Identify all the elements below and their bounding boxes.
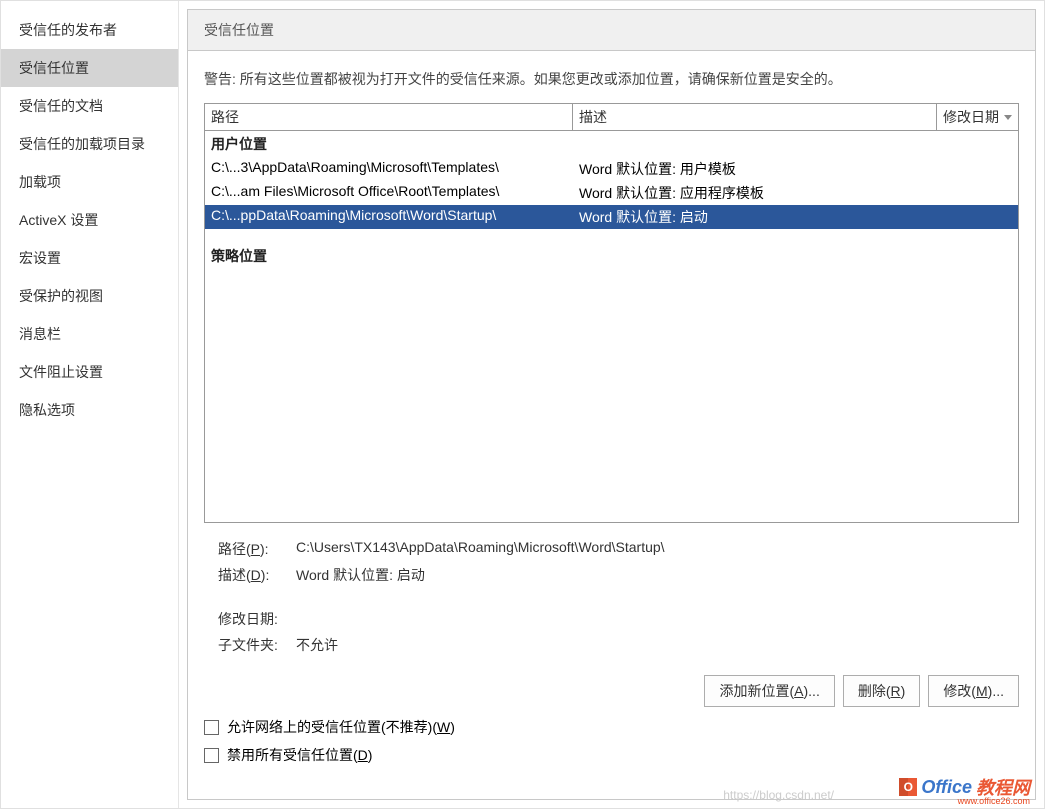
col-date-label: 修改日期 (943, 107, 999, 127)
sidebar-item-privacy-options[interactable]: 隐私选项 (1, 391, 178, 429)
cell-path: C:\...3\AppData\Roaming\Microsoft\Templa… (205, 157, 573, 181)
sidebar-item-trusted-locations[interactable]: 受信任位置 (1, 49, 178, 87)
detail-path-value: C:\Users\TX143\AppData\Roaming\Microsoft… (296, 539, 665, 559)
disable-all-checkbox[interactable] (204, 748, 219, 763)
allow-network-label: 允许网络上的受信任位置(不推荐)(W) (227, 717, 455, 737)
details: 路径(P): C:\Users\TX143\AppData\Roaming\Mi… (204, 539, 1019, 661)
panel-body: 警告: 所有这些位置都被视为打开文件的受信任来源。如果您更改或添加位置，请确保新… (188, 51, 1035, 799)
actions: 添加新位置(A)... 删除(R) 修改(M)... (204, 675, 1019, 707)
table-row[interactable]: C:\...3\AppData\Roaming\Microsoft\Templa… (205, 157, 1018, 181)
allow-network-checkbox[interactable] (204, 720, 219, 735)
add-location-button[interactable]: 添加新位置(A)... (704, 675, 834, 707)
col-date[interactable]: 修改日期 (937, 104, 1018, 130)
col-path[interactable]: 路径 (205, 104, 573, 130)
panel-title: 受信任位置 (188, 10, 1035, 51)
watermark-url: www.office26.com (958, 796, 1030, 806)
table-row[interactable]: C:\...am Files\Microsoft Office\Root\Tem… (205, 181, 1018, 205)
checkboxes: 允许网络上的受信任位置(不推荐)(W) 禁用所有受信任位置(D) (204, 717, 1019, 773)
detail-desc-label: 描述(D): (218, 565, 296, 585)
panel: 受信任位置 警告: 所有这些位置都被视为打开文件的受信任来源。如果您更改或添加位… (187, 9, 1036, 800)
cell-path: C:\...ppData\Roaming\Microsoft\Word\Star… (205, 205, 573, 229)
disable-all-label: 禁用所有受信任位置(D) (227, 745, 372, 765)
sidebar-item-file-block-settings[interactable]: 文件阻止设置 (1, 353, 178, 391)
detail-desc-value: Word 默认位置: 启动 (296, 565, 425, 585)
trust-center-dialog: 受信任的发布者 受信任位置 受信任的文档 受信任的加载项目录 加载项 Activ… (0, 0, 1045, 809)
user-locations-header: 用户位置 (205, 131, 1018, 157)
sort-icon (1004, 115, 1012, 120)
sidebar-item-trusted-documents[interactable]: 受信任的文档 (1, 87, 178, 125)
watermark-blog: https://blog.csdn.net/ (723, 788, 834, 802)
detail-date-label: 修改日期: (218, 609, 296, 629)
table-body: 用户位置 C:\...3\AppData\Roaming\Microsoft\T… (205, 131, 1018, 522)
cell-path: C:\...am Files\Microsoft Office\Root\Tem… (205, 181, 573, 205)
detail-subfolder-value: 不允许 (296, 635, 338, 655)
cell-desc: Word 默认位置: 用户模板 (573, 157, 937, 181)
table-row[interactable]: C:\...ppData\Roaming\Microsoft\Word\Star… (205, 205, 1018, 229)
cell-date (937, 205, 1018, 229)
policy-locations-header: 策略位置 (205, 243, 1018, 269)
col-path-label: 路径 (211, 107, 239, 127)
sidebar-item-protected-view[interactable]: 受保护的视图 (1, 277, 178, 315)
table-header: 路径 描述 修改日期 (205, 104, 1018, 131)
sidebar-item-message-bar[interactable]: 消息栏 (1, 315, 178, 353)
detail-path-label: 路径(P): (218, 539, 296, 559)
sidebar: 受信任的发布者 受信任位置 受信任的文档 受信任的加载项目录 加载项 Activ… (1, 1, 179, 808)
modify-button[interactable]: 修改(M)... (928, 675, 1019, 707)
warning-text: 警告: 所有这些位置都被视为打开文件的受信任来源。如果您更改或添加位置，请确保新… (204, 69, 1019, 89)
remove-button[interactable]: 删除(R) (843, 675, 920, 707)
sidebar-item-trusted-addin-catalogs[interactable]: 受信任的加载项目录 (1, 125, 178, 163)
sidebar-item-macro-settings[interactable]: 宏设置 (1, 239, 178, 277)
sidebar-item-trusted-publishers[interactable]: 受信任的发布者 (1, 11, 178, 49)
main-area: 受信任位置 警告: 所有这些位置都被视为打开文件的受信任来源。如果您更改或添加位… (179, 1, 1044, 808)
detail-subfolder-label: 子文件夹: (218, 635, 296, 655)
cell-desc: Word 默认位置: 启动 (573, 205, 937, 229)
cell-date (937, 181, 1018, 205)
sidebar-item-addins[interactable]: 加载项 (1, 163, 178, 201)
sidebar-item-activex-settings[interactable]: ActiveX 设置 (1, 201, 178, 239)
col-desc[interactable]: 描述 (573, 104, 937, 130)
col-desc-label: 描述 (579, 107, 607, 127)
locations-table: 路径 描述 修改日期 用户位置 C:\...3\AppData\Roaming\… (204, 103, 1019, 523)
cell-date (937, 157, 1018, 181)
cell-desc: Word 默认位置: 应用程序模板 (573, 181, 937, 205)
